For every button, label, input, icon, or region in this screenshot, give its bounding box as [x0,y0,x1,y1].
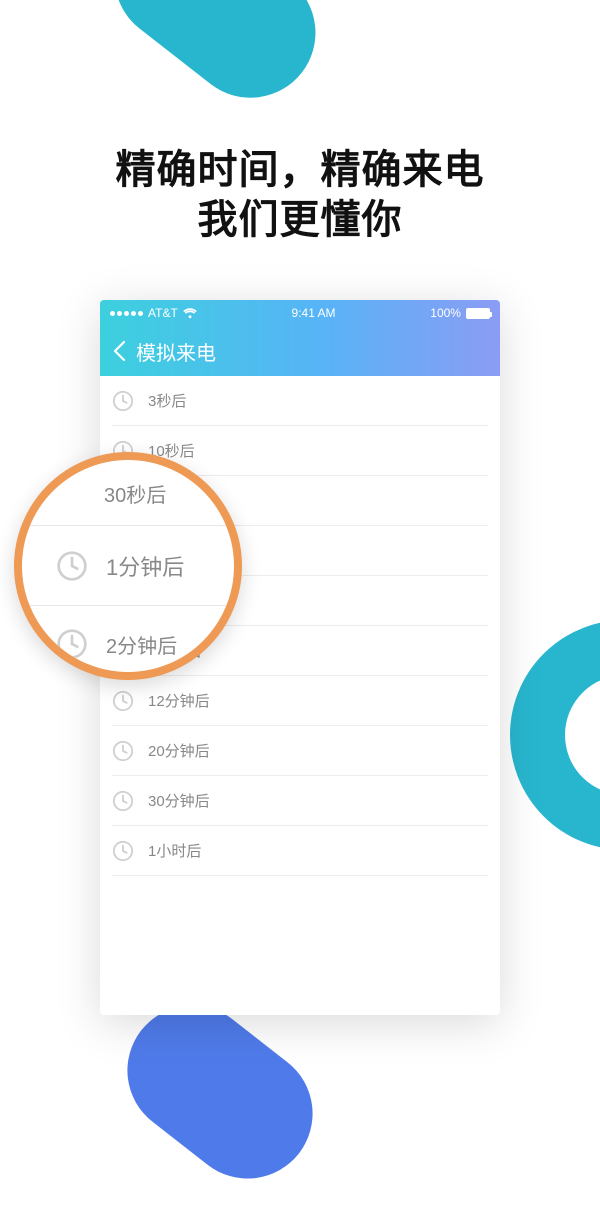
list-item-label: 12分钟后 [148,690,210,711]
list-item-label: 1小时后 [148,840,201,861]
clock-icon [112,790,134,812]
clock-icon [112,690,134,712]
headline-line-1: 精确时间，精确来电 [0,145,600,195]
zoom-row-label: 1分钟后 [106,550,184,582]
zoom-row: 30秒后 [22,462,234,526]
list-item[interactable]: 1小时后 [112,826,488,876]
battery-pct: 100% [430,306,461,320]
list-item[interactable]: 3秒后 [112,376,488,426]
bg-shape-top [88,0,341,124]
clock-icon [112,840,134,862]
zoom-row-label: 30秒后 [104,479,166,508]
clock-icon [56,628,88,660]
list-item-label: 20分钟后 [148,740,210,761]
clock-icon [112,390,134,412]
phone-header: AT&T 9:41 AM 100% 模拟来电 [100,300,500,376]
nav-bar: 模拟来电 [100,326,500,376]
status-time: 9:41 AM [292,306,336,320]
bg-shape-right [510,620,600,850]
battery-icon [466,308,490,319]
zoom-row: 2分钟后 [22,606,234,680]
list-item[interactable]: 20分钟后 [112,726,488,776]
carrier-label: AT&T [148,306,178,320]
clock-icon [56,550,88,582]
list-item-label: 3秒后 [148,390,186,411]
promo-headline: 精确时间，精确来电 我们更懂你 [0,145,600,245]
signal-dots-icon [110,311,143,316]
nav-title: 模拟来电 [136,337,216,366]
status-bar: AT&T 9:41 AM 100% [100,300,500,326]
zoom-row: 1分钟后 [22,526,234,606]
list-item[interactable]: 30分钟后 [112,776,488,826]
zoom-row-label: 2分钟后 [106,630,177,659]
headline-line-2: 我们更懂你 [0,195,600,245]
wifi-icon [183,308,197,319]
back-icon[interactable] [112,340,126,362]
list-item-label: 30分钟后 [148,790,210,811]
list-item[interactable]: 12分钟后 [112,676,488,726]
zoom-callout: 30秒后 1分钟后 2分钟后 [14,452,242,680]
clock-icon [112,740,134,762]
